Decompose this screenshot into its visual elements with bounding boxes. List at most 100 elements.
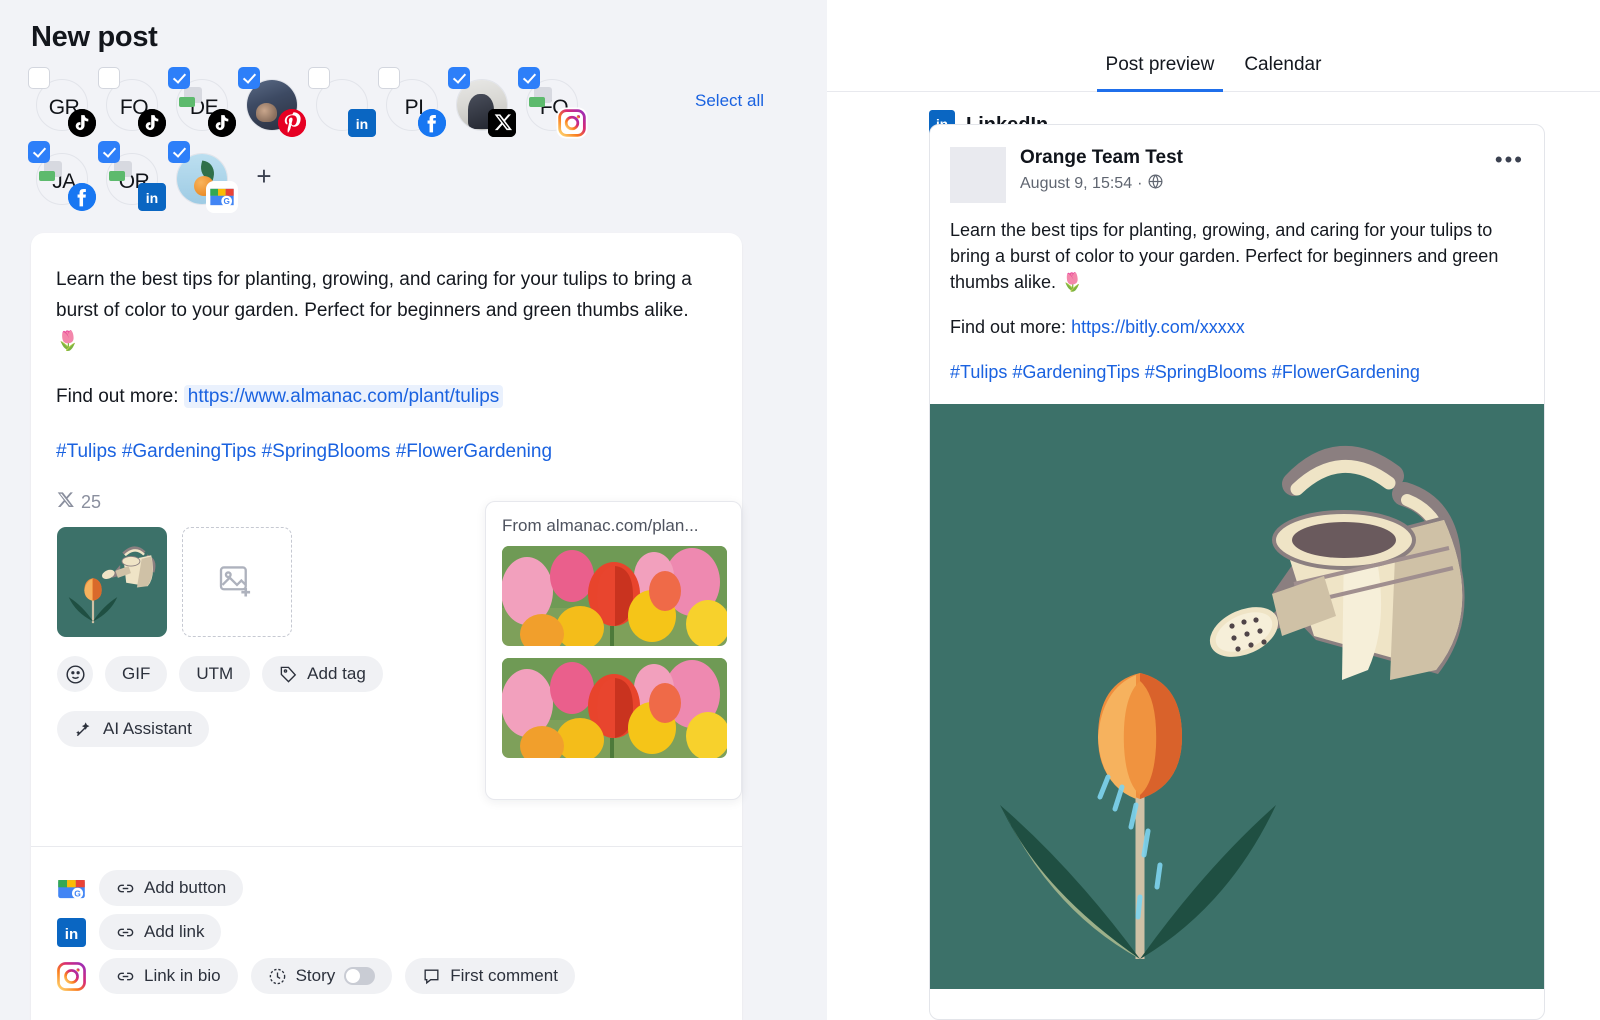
account-checkbox[interactable] xyxy=(168,67,190,89)
link-preview-image[interactable] xyxy=(502,546,727,646)
svg-text:G: G xyxy=(223,197,229,206)
account-item-or[interactable]: ORin xyxy=(98,141,168,211)
separator-dot: · xyxy=(1137,175,1142,193)
media-thumbnail[interactable] xyxy=(57,527,167,637)
pinterest-badge-icon xyxy=(278,109,306,137)
clock-icon xyxy=(268,967,287,986)
account-checkbox[interactable] xyxy=(98,141,120,163)
link-preview-card[interactable]: From almanac.com/plan... xyxy=(485,501,742,800)
composer-url[interactable]: https://www.almanac.com/plant/tulips xyxy=(184,385,504,408)
footer-row-gbp: G Add button xyxy=(31,866,742,910)
add-image-icon xyxy=(219,566,255,598)
account-item-pinterest[interactable] xyxy=(238,67,308,137)
gif-button[interactable]: GIF xyxy=(105,656,167,692)
post-url-line: Find out more: https://bitly.com/xxxxx xyxy=(950,314,1524,340)
preview-tabs: Post preview Calendar xyxy=(827,0,1600,92)
account-item-de[interactable]: DE xyxy=(168,67,238,137)
account-selector: GRFODEinPIFOJAORinG+ Select all xyxy=(28,67,788,215)
svg-text:G: G xyxy=(74,888,81,898)
account-avatar-leaf xyxy=(109,171,125,181)
add-tag-label: Add tag xyxy=(307,664,366,684)
ai-assistant-button[interactable]: AI Assistant xyxy=(57,711,209,747)
account-avatar-leaf xyxy=(529,97,545,107)
add-tag-wrapper: Add tag xyxy=(262,656,383,692)
linkedin-post-preview: Orange Team Test August 9, 15:54 · ••• L… xyxy=(929,124,1545,1020)
account-checkbox[interactable] xyxy=(518,67,540,89)
facebook-badge-icon xyxy=(418,109,446,137)
post-url[interactable]: https://bitly.com/xxxxx xyxy=(1071,317,1245,337)
add-button-label: Add button xyxy=(144,878,226,898)
account-checkbox[interactable] xyxy=(28,67,50,89)
footer-row-instagram: Link in bio Story First comment xyxy=(31,954,742,998)
ai-assistant-label: AI Assistant xyxy=(103,719,192,739)
svg-text:in: in xyxy=(356,116,368,132)
account-item-fo[interactable]: FO xyxy=(518,67,588,137)
account-avatar-leaf xyxy=(179,97,195,107)
account-checkbox[interactable] xyxy=(448,67,470,89)
link-preview-image[interactable] xyxy=(502,658,727,758)
account-avatar-leaf xyxy=(39,171,55,181)
account-checkbox[interactable] xyxy=(378,67,400,89)
add-account-button[interactable]: + xyxy=(242,141,286,211)
find-out-more-label: Find out more: xyxy=(56,386,179,407)
account-item-x[interactable] xyxy=(448,67,518,137)
tulip-field-photo xyxy=(502,658,727,758)
linkedin-badge-icon: in xyxy=(348,109,376,137)
link-icon xyxy=(116,923,135,942)
link-icon xyxy=(116,879,135,898)
account-checkbox[interactable] xyxy=(28,141,50,163)
tab-calendar[interactable]: Calendar xyxy=(1235,54,1330,92)
composer-textarea[interactable]: Learn the best tips for planting, growin… xyxy=(31,233,742,467)
account-item-fo[interactable]: FO xyxy=(98,67,168,137)
account-item-linkedin[interactable]: in xyxy=(308,67,378,137)
account-checkbox[interactable] xyxy=(98,67,120,89)
magic-wand-icon xyxy=(74,719,94,739)
character-count-value: 25 xyxy=(81,492,101,513)
add-link-button[interactable]: Add link xyxy=(99,914,221,950)
tulip-thumb-icon xyxy=(67,567,119,629)
emoji-icon xyxy=(65,664,86,685)
add-button-button[interactable]: Add button xyxy=(99,870,243,906)
select-all-link[interactable]: Select all xyxy=(695,91,764,111)
post-hero-image[interactable] xyxy=(930,404,1544,989)
linkedin-badge-icon: in xyxy=(138,183,166,211)
post-meta: Orange Team Test August 9, 15:54 · xyxy=(1020,147,1183,203)
story-toggle-switch[interactable] xyxy=(344,967,375,985)
composer-panel: New post GRFODEinPIFOJAORinG+ Select all… xyxy=(0,0,827,1020)
link-icon xyxy=(116,967,135,986)
account-item-ja[interactable]: JA xyxy=(28,141,98,211)
gbp-badge-icon: G xyxy=(208,183,236,211)
first-comment-button[interactable]: First comment xyxy=(405,958,575,994)
account-checkbox[interactable] xyxy=(238,67,260,89)
x-badge-icon xyxy=(488,109,516,137)
instagram-badge-icon xyxy=(558,109,586,137)
facebook-badge-icon xyxy=(68,183,96,211)
post-composer-app: New post GRFODEinPIFOJAORinG+ Select all… xyxy=(0,0,1600,1020)
post-more-options[interactable]: ••• xyxy=(1495,147,1524,173)
account-checkbox[interactable] xyxy=(168,141,190,163)
instagram-icon xyxy=(57,962,86,991)
tiktok-badge-icon xyxy=(68,109,96,137)
tab-post-preview[interactable]: Post preview xyxy=(1097,54,1224,92)
post-header: Orange Team Test August 9, 15:54 · ••• xyxy=(930,125,1544,203)
composer-url-line: Find out more: https://www.almanac.com/p… xyxy=(56,381,717,412)
globe-icon xyxy=(1147,173,1164,195)
account-item-gr[interactable]: GR xyxy=(28,67,98,137)
account-checkbox[interactable] xyxy=(308,67,330,89)
footer-row-linkedin: in Add link xyxy=(31,910,742,954)
account-item-pi[interactable]: PI xyxy=(378,67,448,137)
x-platform-icon xyxy=(57,491,74,513)
emoji-button[interactable] xyxy=(57,656,93,692)
account-list: GRFODEinPIFOJAORinG+ xyxy=(28,67,648,215)
account-item-gbp[interactable]: G xyxy=(168,141,238,211)
composer-body-text: Learn the best tips for planting, growin… xyxy=(56,264,717,357)
add-tag-button[interactable]: Add tag xyxy=(262,656,383,692)
utm-button[interactable]: UTM xyxy=(179,656,250,692)
comment-icon xyxy=(422,967,441,986)
link-in-bio-label: Link in bio xyxy=(144,966,221,986)
story-toggle-button[interactable]: Story xyxy=(251,958,393,994)
link-in-bio-button[interactable]: Link in bio xyxy=(99,958,238,994)
post-date-text: August 9, 15:54 xyxy=(1020,175,1132,193)
svg-text:in: in xyxy=(146,190,158,206)
add-media-button[interactable] xyxy=(182,527,292,637)
